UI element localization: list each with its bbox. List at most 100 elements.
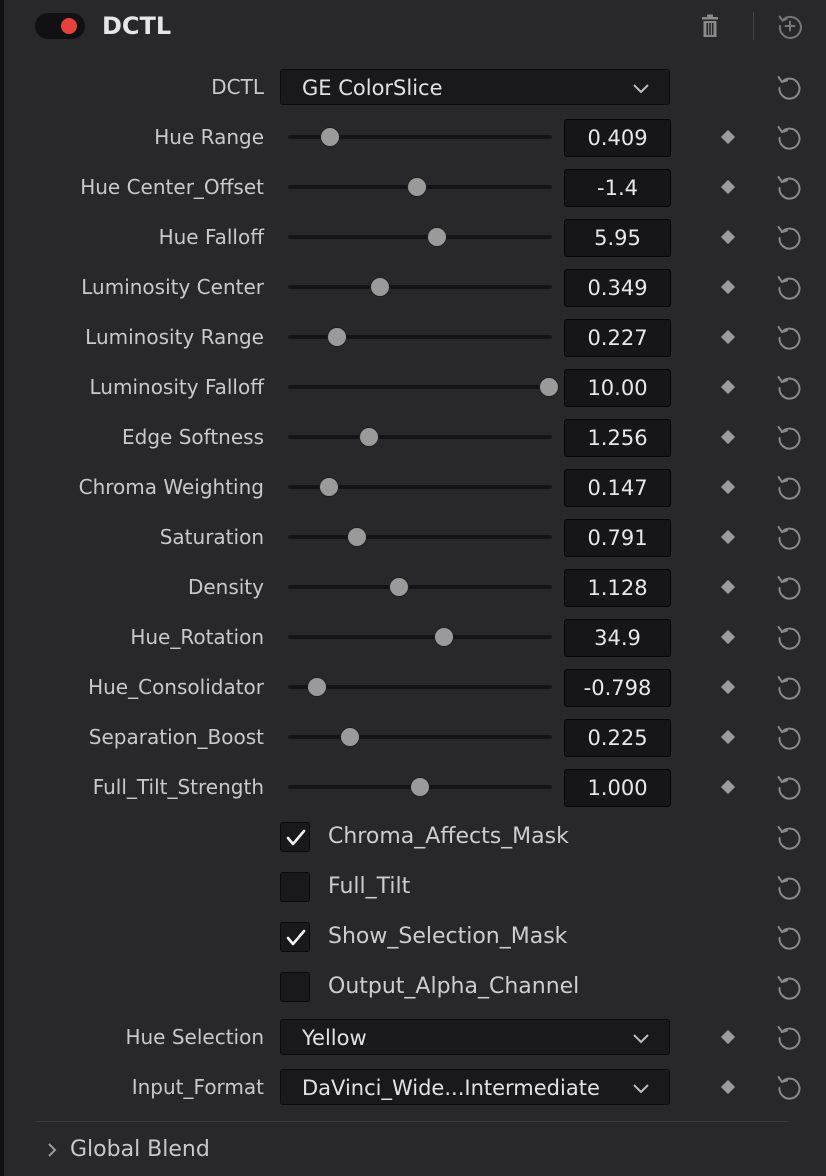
checkmark-icon — [286, 829, 306, 846]
param-dropdown[interactable]: Yellow — [280, 1019, 670, 1055]
slider-thumb[interactable] — [411, 778, 429, 796]
keyframe-diamond-icon[interactable] — [721, 530, 735, 544]
reset-icon[interactable] — [775, 373, 803, 401]
slider-thumb[interactable] — [389, 578, 408, 596]
param-row: Luminosity Falloff 10.00 — [4, 362, 826, 412]
keyframe-diamond-icon[interactable] — [721, 1080, 735, 1094]
slider-thumb[interactable] — [540, 378, 559, 396]
keyframe-diamond-icon[interactable] — [721, 130, 735, 144]
param-slider[interactable] — [288, 127, 552, 147]
param-row: Saturation 0.791 — [4, 512, 826, 562]
param-value-field[interactable]: -1.4 — [564, 169, 671, 207]
slider-thumb[interactable] — [319, 478, 338, 496]
checkbox[interactable] — [280, 822, 310, 852]
add-circle-icon[interactable] — [776, 12, 804, 40]
trash-icon[interactable] — [696, 12, 724, 40]
reset-icon[interactable] — [775, 723, 803, 751]
chevron-right-icon — [48, 1143, 57, 1157]
reset-icon[interactable] — [775, 273, 803, 301]
reset-icon[interactable] — [775, 823, 803, 851]
param-value-field[interactable]: 0.225 — [564, 719, 671, 757]
param-slider[interactable] — [288, 777, 552, 797]
reset-icon[interactable] — [775, 173, 803, 201]
param-value-field[interactable]: 0.409 — [564, 119, 671, 157]
reset-icon[interactable] — [775, 123, 803, 151]
param-value-field[interactable]: 5.95 — [564, 219, 671, 257]
checkbox[interactable] — [280, 972, 310, 1002]
param-slider[interactable] — [288, 477, 552, 497]
reset-icon[interactable] — [775, 423, 803, 451]
param-value-field[interactable]: 0.349 — [564, 269, 671, 307]
chevron-down-icon — [633, 84, 649, 94]
reset-icon[interactable] — [775, 573, 803, 601]
param-value-field[interactable]: -0.798 — [564, 669, 671, 707]
keyframe-diamond-icon[interactable] — [721, 1030, 735, 1044]
reset-icon[interactable] — [775, 873, 803, 901]
param-slider[interactable] — [288, 227, 552, 247]
slider-thumb[interactable] — [428, 228, 447, 246]
reset-icon[interactable] — [775, 473, 803, 501]
keyframe-diamond-icon[interactable] — [721, 680, 735, 694]
checkbox[interactable] — [280, 922, 310, 952]
keyframe-diamond-icon[interactable] — [721, 330, 735, 344]
param-value-field[interactable]: 34.9 — [564, 619, 671, 657]
slider-thumb[interactable] — [341, 728, 360, 746]
param-slider[interactable] — [288, 627, 552, 647]
dctl-dropdown[interactable]: GE ColorSlice — [280, 69, 670, 105]
reset-icon[interactable] — [775, 773, 803, 801]
param-slider[interactable] — [288, 577, 552, 597]
keyframe-diamond-icon[interactable] — [721, 480, 735, 494]
reset-icon[interactable] — [775, 73, 803, 101]
param-label: Input_Format — [131, 1075, 264, 1099]
keyframe-diamond-icon[interactable] — [721, 280, 735, 294]
slider-track — [288, 235, 552, 239]
reset-icon[interactable] — [775, 973, 803, 1001]
param-value-field[interactable]: 0.791 — [564, 519, 671, 557]
slider-thumb[interactable] — [321, 128, 340, 146]
checkbox[interactable] — [280, 872, 310, 902]
reset-icon[interactable] — [775, 923, 803, 951]
param-slider[interactable] — [288, 527, 552, 547]
reset-icon[interactable] — [775, 1023, 803, 1051]
slider-track — [288, 635, 552, 639]
reset-icon[interactable] — [775, 523, 803, 551]
reset-icon[interactable] — [775, 223, 803, 251]
slider-thumb[interactable] — [434, 628, 453, 646]
param-value-field[interactable]: 1.000 — [564, 769, 671, 807]
param-slider[interactable] — [288, 177, 552, 197]
param-slider[interactable] — [288, 677, 552, 697]
keyframe-diamond-icon[interactable] — [721, 730, 735, 744]
slider-thumb[interactable] — [359, 428, 378, 446]
enable-toggle[interactable] — [35, 13, 85, 39]
param-slider[interactable] — [288, 427, 552, 447]
param-value-field[interactable]: 1.256 — [564, 419, 671, 457]
keyframe-diamond-icon[interactable] — [721, 630, 735, 644]
slider-thumb[interactable] — [371, 278, 390, 296]
reset-icon[interactable] — [775, 673, 803, 701]
param-label: Hue Center_Offset — [80, 175, 264, 199]
keyframe-diamond-icon[interactable] — [721, 430, 735, 444]
checkbox-label: Chroma_Affects_Mask — [328, 824, 569, 849]
slider-thumb[interactable] — [408, 178, 427, 196]
reset-icon[interactable] — [775, 623, 803, 651]
keyframe-diamond-icon[interactable] — [721, 580, 735, 594]
slider-thumb[interactable] — [308, 678, 327, 696]
keyframe-diamond-icon[interactable] — [721, 780, 735, 794]
param-value-field[interactable]: 0.147 — [564, 469, 671, 507]
keyframe-diamond-icon[interactable] — [721, 230, 735, 244]
slider-track — [288, 585, 552, 589]
param-slider[interactable] — [288, 377, 559, 397]
param-dropdown[interactable]: DaVinci_Wide...Intermediate — [280, 1069, 670, 1105]
param-value-field[interactable]: 0.227 — [564, 319, 671, 357]
slider-thumb[interactable] — [327, 328, 346, 346]
reset-icon[interactable] — [775, 1073, 803, 1101]
param-value-field[interactable]: 10.00 — [564, 369, 671, 407]
slider-thumb[interactable] — [347, 528, 366, 546]
keyframe-diamond-icon[interactable] — [721, 380, 735, 394]
reset-icon[interactable] — [775, 323, 803, 351]
keyframe-diamond-icon[interactable] — [721, 180, 735, 194]
param-slider[interactable] — [288, 277, 552, 297]
param-slider[interactable] — [288, 327, 552, 347]
param-value-field[interactable]: 1.128 — [564, 569, 671, 607]
param-slider[interactable] — [288, 727, 552, 747]
